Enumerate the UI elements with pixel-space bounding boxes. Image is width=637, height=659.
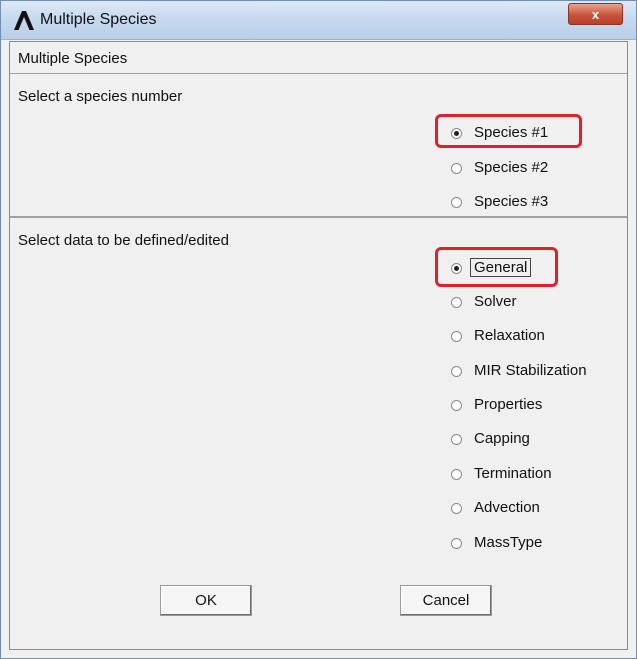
data-section: Select data to be defined/edited General… (10, 218, 627, 648)
radio-label[interactable]: Relaxation (474, 327, 545, 344)
ansys-logo-icon (14, 11, 34, 30)
radio-label[interactable]: MIR Stabilization (474, 362, 587, 379)
radio-button-checked[interactable] (451, 128, 462, 139)
radio-button[interactable] (451, 469, 462, 480)
radio-button[interactable] (451, 331, 462, 342)
cancel-button[interactable]: Cancel (400, 585, 492, 616)
data-section-label: Select data to be defined/edited (18, 232, 229, 249)
radio-label[interactable]: Species #1 (474, 124, 548, 141)
dialog-window: Multiple Species x Multiple Species Sele… (0, 0, 637, 659)
species-section: Select a species number Species #1 Speci… (10, 74, 627, 218)
close-icon: x (591, 7, 600, 22)
radio-button[interactable] (451, 503, 462, 514)
radio-button[interactable] (451, 538, 462, 549)
ok-button[interactable]: OK (160, 585, 252, 616)
radio-label[interactable]: Species #2 (474, 159, 548, 176)
radio-button[interactable] (451, 434, 462, 445)
dialog-header-label: Multiple Species (18, 50, 128, 67)
radio-label[interactable]: MassType (474, 534, 542, 551)
title-bar[interactable]: Multiple Species x (1, 1, 636, 40)
close-button[interactable]: x (568, 3, 623, 25)
radio-button[interactable] (451, 163, 462, 174)
dialog-body: Multiple Species Select a species number… (9, 41, 628, 650)
radio-label[interactable]: Solver (474, 293, 517, 310)
window-title: Multiple Species (40, 11, 157, 28)
dialog-header: Multiple Species (10, 42, 627, 74)
radio-button[interactable] (451, 400, 462, 411)
radio-button-checked[interactable] (451, 263, 462, 274)
focused-radio-label[interactable]: General (470, 258, 532, 277)
radio-label[interactable]: Properties (474, 396, 542, 413)
radio-label[interactable]: Termination (474, 465, 552, 482)
radio-label[interactable]: Capping (474, 430, 530, 447)
radio-button[interactable] (451, 366, 462, 377)
species-section-label: Select a species number (18, 88, 183, 105)
radio-button[interactable] (451, 297, 462, 308)
radio-label[interactable]: Advection (474, 499, 540, 516)
radio-button[interactable] (451, 197, 462, 208)
radio-label[interactable]: General (470, 258, 532, 277)
radio-label[interactable]: Species #3 (474, 193, 548, 210)
